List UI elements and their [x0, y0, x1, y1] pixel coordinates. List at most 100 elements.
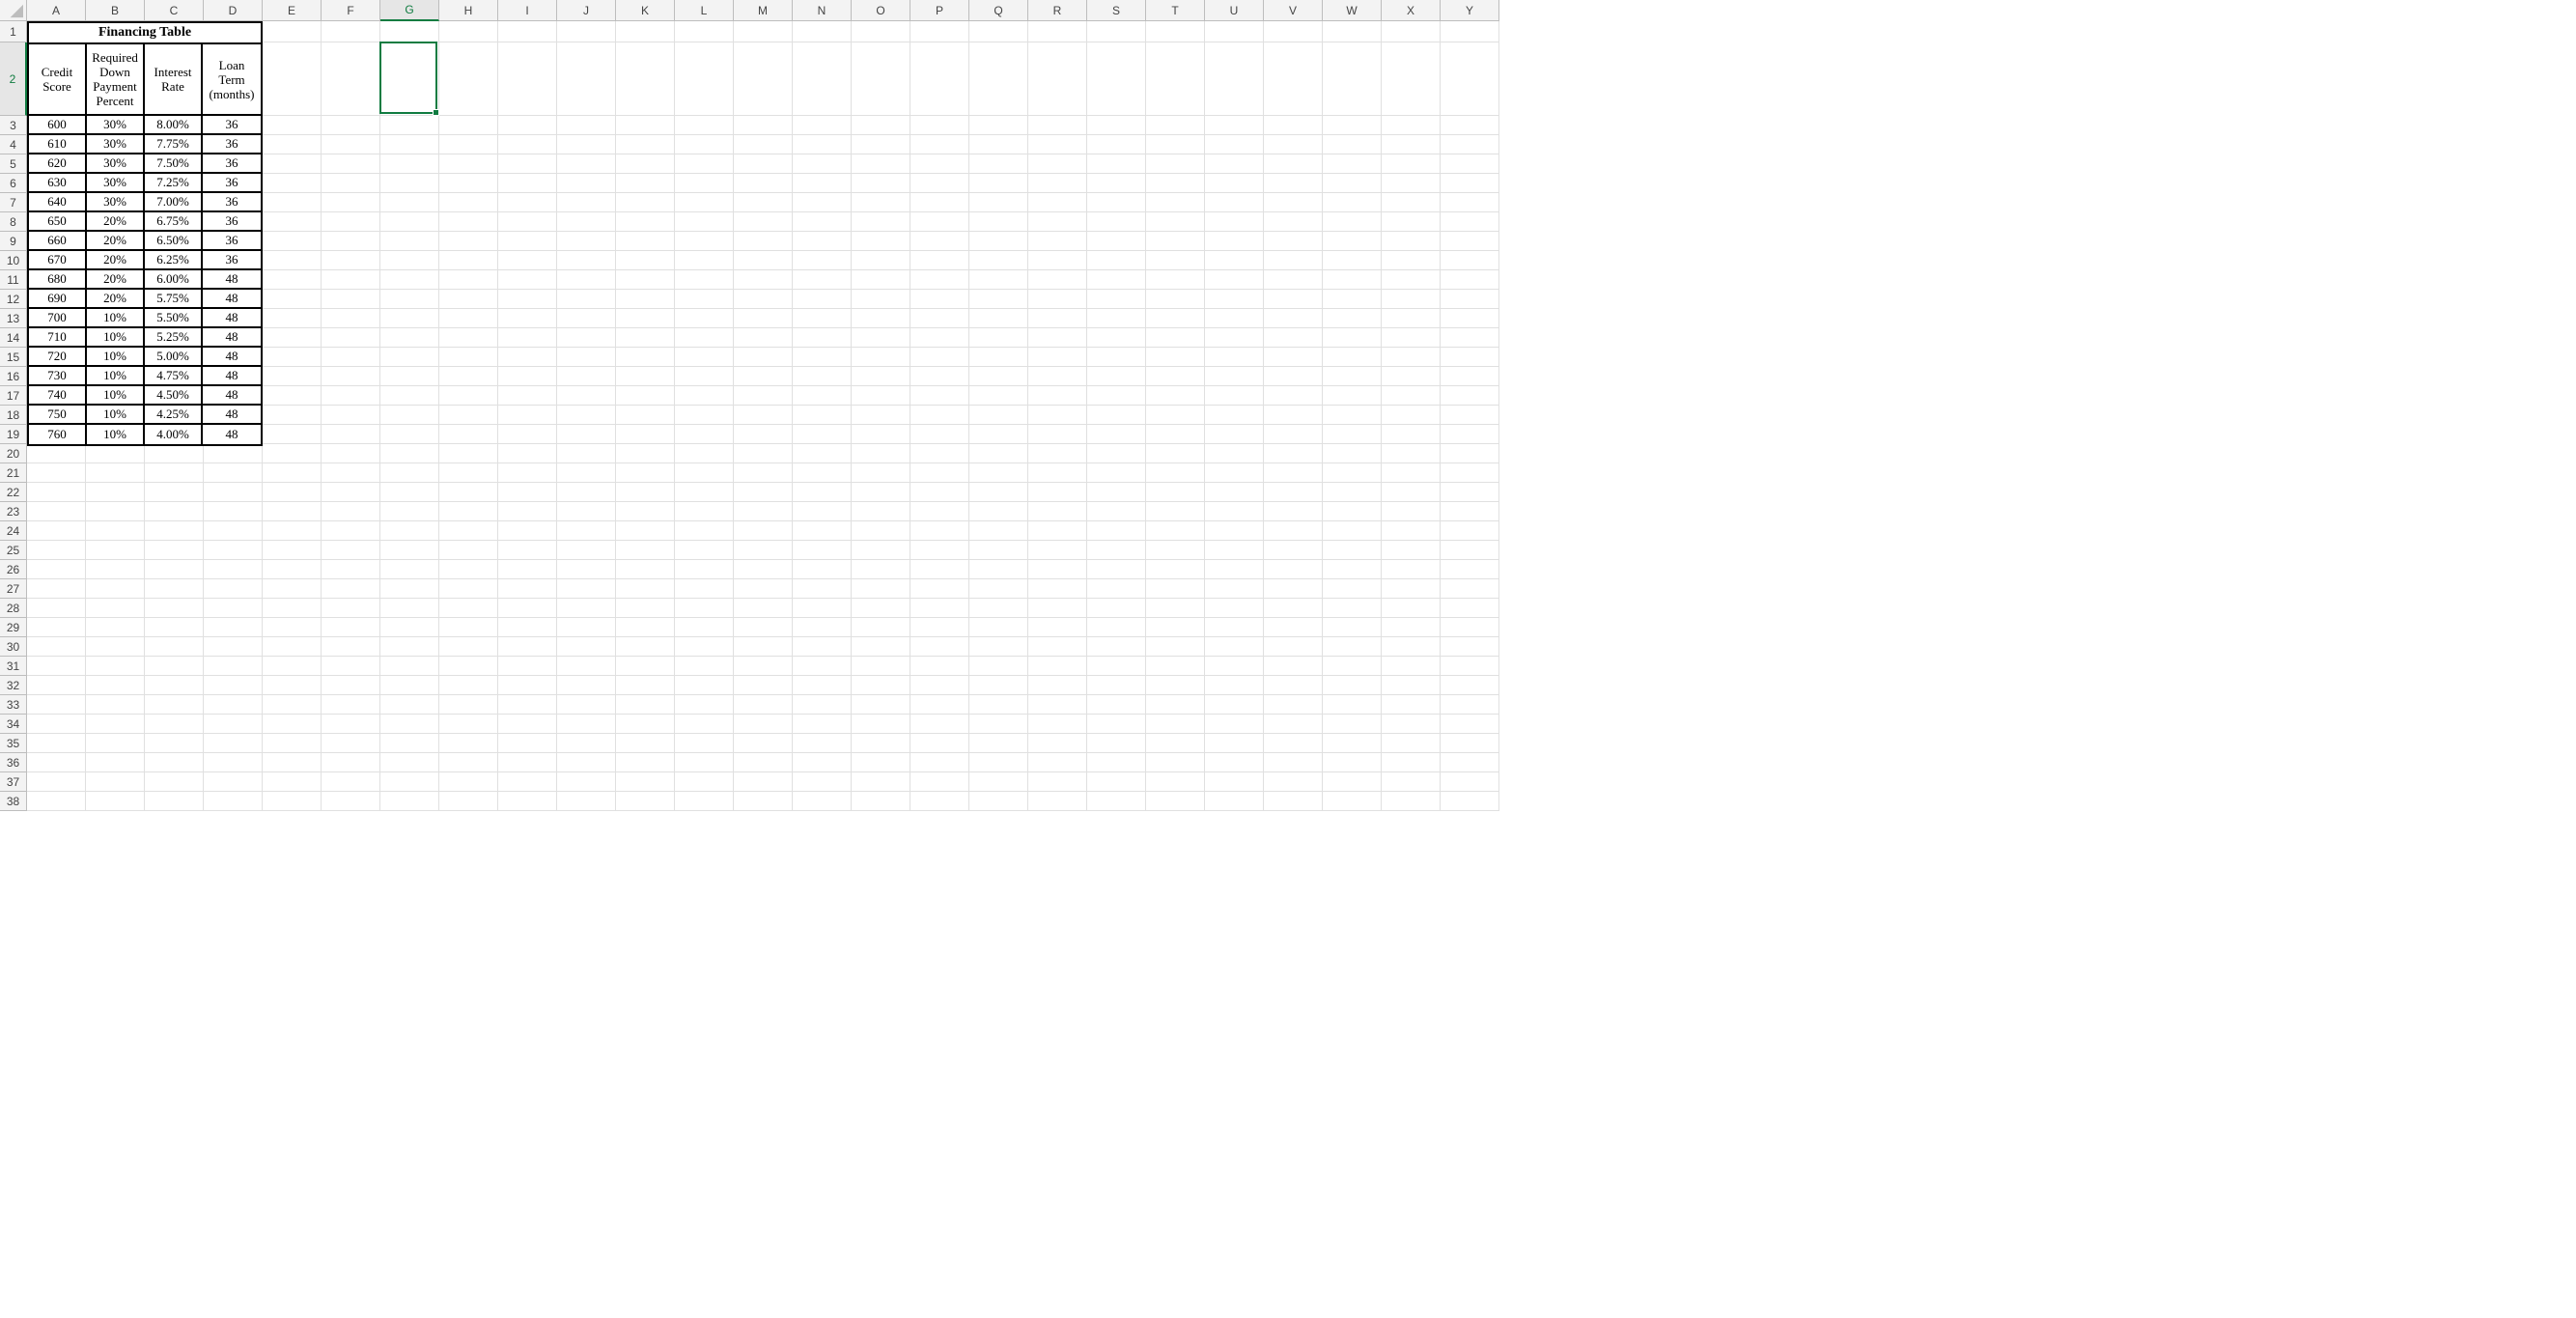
cell-X1[interactable]	[1382, 21, 1441, 42]
cell-J36[interactable]	[557, 753, 616, 772]
cell-K29[interactable]	[616, 618, 675, 637]
cell-P36[interactable]	[910, 753, 969, 772]
cell-Y6[interactable]	[1441, 174, 1499, 193]
cell-X22[interactable]	[1382, 483, 1441, 502]
cell-M20[interactable]	[734, 444, 793, 463]
row-header-25[interactable]: 25	[0, 541, 27, 560]
cell-O11[interactable]	[852, 270, 910, 290]
cell-O4[interactable]	[852, 135, 910, 154]
cell-Y17[interactable]	[1441, 386, 1499, 406]
cell-Q24[interactable]	[969, 521, 1028, 541]
cell-L10[interactable]	[675, 251, 734, 270]
cell-D30[interactable]	[204, 637, 263, 657]
cell-T34[interactable]	[1146, 715, 1205, 734]
cell-N13[interactable]	[793, 309, 852, 328]
row-header-15[interactable]: 15	[0, 348, 27, 367]
cell-P18[interactable]	[910, 406, 969, 425]
cell-O9[interactable]	[852, 232, 910, 251]
cell-L15[interactable]	[675, 348, 734, 367]
cell-X4[interactable]	[1382, 135, 1441, 154]
cell-H6[interactable]	[439, 174, 498, 193]
cell-U17[interactable]	[1205, 386, 1264, 406]
cell-P22[interactable]	[910, 483, 969, 502]
cell-G17[interactable]	[380, 386, 439, 406]
cell-F8[interactable]	[322, 212, 380, 232]
table-cell[interactable]: 6.25%	[145, 251, 203, 268]
cell-D32[interactable]	[204, 676, 263, 695]
cell-P23[interactable]	[910, 502, 969, 521]
cell-G22[interactable]	[380, 483, 439, 502]
cell-R33[interactable]	[1028, 695, 1087, 715]
cell-X38[interactable]	[1382, 792, 1441, 811]
cell-G15[interactable]	[380, 348, 439, 367]
cell-J12[interactable]	[557, 290, 616, 309]
cell-N1[interactable]	[793, 21, 852, 42]
cell-O31[interactable]	[852, 657, 910, 676]
cell-I29[interactable]	[498, 618, 557, 637]
cell-K4[interactable]	[616, 135, 675, 154]
cell-J16[interactable]	[557, 367, 616, 386]
table-cell[interactable]: 6.50%	[145, 232, 203, 249]
cell-W30[interactable]	[1323, 637, 1382, 657]
cell-K38[interactable]	[616, 792, 675, 811]
cell-W27[interactable]	[1323, 579, 1382, 599]
cell-J19[interactable]	[557, 425, 616, 444]
row-header-35[interactable]: 35	[0, 734, 27, 753]
cell-Q19[interactable]	[969, 425, 1028, 444]
cell-C20[interactable]	[145, 444, 204, 463]
cell-E7[interactable]	[263, 193, 322, 212]
cell-X31[interactable]	[1382, 657, 1441, 676]
cell-Q29[interactable]	[969, 618, 1028, 637]
table-cell[interactable]: 6.00%	[145, 270, 203, 288]
cell-T15[interactable]	[1146, 348, 1205, 367]
cell-G27[interactable]	[380, 579, 439, 599]
cell-O15[interactable]	[852, 348, 910, 367]
cell-I7[interactable]	[498, 193, 557, 212]
cell-G35[interactable]	[380, 734, 439, 753]
cell-O37[interactable]	[852, 772, 910, 792]
cell-Y19[interactable]	[1441, 425, 1499, 444]
cell-W4[interactable]	[1323, 135, 1382, 154]
row-header-17[interactable]: 17	[0, 386, 27, 406]
cell-N5[interactable]	[793, 154, 852, 174]
cell-K11[interactable]	[616, 270, 675, 290]
cell-O23[interactable]	[852, 502, 910, 521]
cell-G1[interactable]	[380, 21, 439, 42]
cell-F9[interactable]	[322, 232, 380, 251]
cell-B31[interactable]	[86, 657, 145, 676]
cell-M1[interactable]	[734, 21, 793, 42]
cell-C22[interactable]	[145, 483, 204, 502]
cell-H1[interactable]	[439, 21, 498, 42]
cell-E31[interactable]	[263, 657, 322, 676]
cell-T27[interactable]	[1146, 579, 1205, 599]
cell-H33[interactable]	[439, 695, 498, 715]
cell-B34[interactable]	[86, 715, 145, 734]
cell-E17[interactable]	[263, 386, 322, 406]
cell-G14[interactable]	[380, 328, 439, 348]
cell-K22[interactable]	[616, 483, 675, 502]
cell-O16[interactable]	[852, 367, 910, 386]
cell-S5[interactable]	[1087, 154, 1146, 174]
table-cell[interactable]: 10%	[87, 309, 145, 326]
cell-O18[interactable]	[852, 406, 910, 425]
cell-P6[interactable]	[910, 174, 969, 193]
cell-L35[interactable]	[675, 734, 734, 753]
cell-M33[interactable]	[734, 695, 793, 715]
cell-T29[interactable]	[1146, 618, 1205, 637]
cell-Y27[interactable]	[1441, 579, 1499, 599]
cell-R20[interactable]	[1028, 444, 1087, 463]
table-header-cell[interactable]: Required Down Payment Percent	[87, 44, 145, 114]
cell-J5[interactable]	[557, 154, 616, 174]
cell-M38[interactable]	[734, 792, 793, 811]
cell-J34[interactable]	[557, 715, 616, 734]
cell-S22[interactable]	[1087, 483, 1146, 502]
cell-Q31[interactable]	[969, 657, 1028, 676]
column-header-N[interactable]: N	[793, 0, 852, 21]
cell-W20[interactable]	[1323, 444, 1382, 463]
cell-A32[interactable]	[27, 676, 86, 695]
cell-T25[interactable]	[1146, 541, 1205, 560]
cell-L7[interactable]	[675, 193, 734, 212]
cell-M30[interactable]	[734, 637, 793, 657]
cell-F12[interactable]	[322, 290, 380, 309]
cell-H31[interactable]	[439, 657, 498, 676]
